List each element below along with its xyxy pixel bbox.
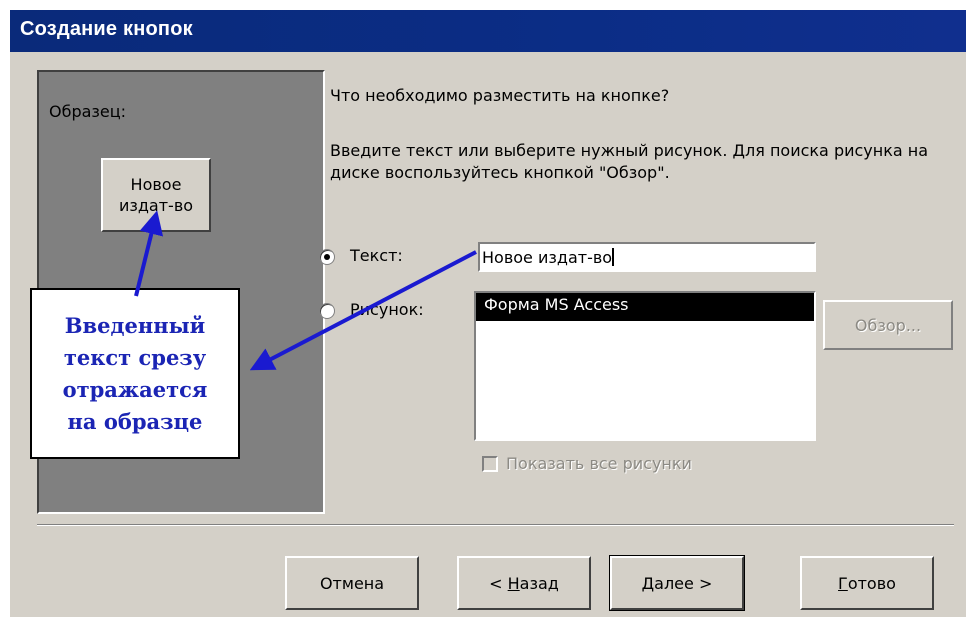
question-text: Что необходимо разместить на кнопке? xyxy=(330,86,670,105)
back-access-key: Н xyxy=(507,573,520,593)
finish-access-key: Г xyxy=(838,573,848,593)
radio-selected-dot xyxy=(324,254,330,260)
callout-line1: Введенный xyxy=(64,312,206,338)
callout-line4: на образце xyxy=(67,408,203,434)
sample-label: Образец: xyxy=(49,102,127,121)
sample-button-line2: издат-во xyxy=(118,196,194,215)
cancel-label: Отмена xyxy=(319,573,385,593)
button-text-value: Новое издат-во xyxy=(482,248,613,267)
title-bar: Создание кнопок xyxy=(10,10,966,52)
next-button[interactable]: Далее > xyxy=(609,555,745,611)
instruction-text: Введите текст или выберите нужный рисуно… xyxy=(330,141,929,182)
text-option-radio[interactable] xyxy=(319,249,335,265)
finish-button[interactable]: Готово xyxy=(800,556,934,610)
browse-button[interactable]: Обзор... xyxy=(823,300,953,350)
show-all-pictures-label: Показать все рисунки xyxy=(506,454,692,473)
text-option-label[interactable]: Текст: xyxy=(350,246,403,265)
sample-button-line1: Новое xyxy=(130,175,182,194)
sample-button-preview: Новое издат-во xyxy=(101,158,211,232)
footer-separator xyxy=(37,524,954,526)
finish-label-rest: отово xyxy=(847,573,896,593)
picture-option-radio[interactable] xyxy=(319,303,335,319)
next-access-key: Д xyxy=(641,573,655,593)
window-title: Создание кнопок xyxy=(20,18,193,40)
next-label-rest: алее > xyxy=(654,573,713,593)
button-text-input[interactable]: Новое издат-во xyxy=(478,242,816,272)
callout-line3: отражается xyxy=(62,376,208,402)
picture-option-label[interactable]: Рисунок: xyxy=(350,300,424,319)
show-all-pictures-checkbox[interactable] xyxy=(482,456,498,472)
picture-listbox[interactable]: Форма MS Access xyxy=(474,291,816,441)
annotation-callout: Введенный текст срезу отражается на обра… xyxy=(30,288,240,459)
list-item[interactable]: Форма MS Access xyxy=(476,293,814,321)
back-label-rest: азад xyxy=(519,573,559,593)
cancel-button[interactable]: Отмена xyxy=(285,556,419,610)
back-prefix: < xyxy=(489,573,508,593)
callout-line2: текст срезу xyxy=(63,344,207,370)
back-button[interactable]: < Назад xyxy=(457,556,591,610)
text-caret xyxy=(612,248,615,266)
